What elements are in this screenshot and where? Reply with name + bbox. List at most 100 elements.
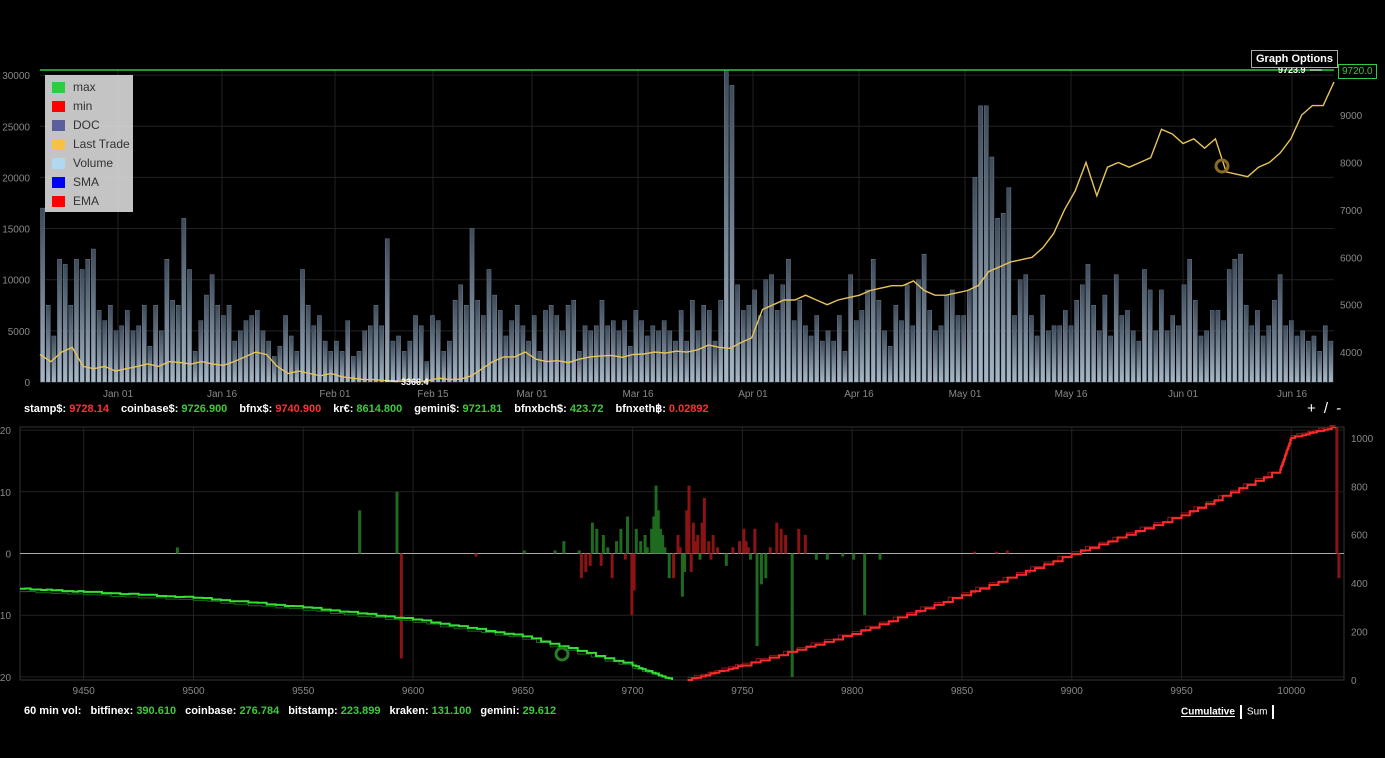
volume-bar	[955, 315, 961, 383]
volume-bar	[1017, 279, 1023, 383]
volume-bar	[384, 238, 390, 383]
volume-bar	[1306, 340, 1311, 383]
ticker-value: 9726.900	[181, 403, 228, 415]
legend-swatch	[52, 139, 65, 150]
volume-bar	[1119, 315, 1125, 383]
y-axis-right: 4000 5000 6000 7000 8000 9000	[1340, 111, 1363, 359]
zoom-toggle[interactable]: + / -	[1307, 400, 1343, 417]
order-change-bar	[825, 553, 829, 560]
volume-bar	[1080, 284, 1085, 383]
ticker-label: gemini$:	[414, 403, 460, 415]
volume-bar	[594, 325, 599, 383]
volume-bar	[786, 259, 791, 383]
volume-summary: 60 min vol: bitfinex: 390.610 coinbase: 276…	[24, 705, 565, 717]
volume-bar	[1328, 340, 1334, 383]
volume-bar	[735, 284, 740, 383]
volume-bar	[170, 299, 175, 383]
x-tick-label: 9850	[951, 686, 974, 697]
volume-bar	[328, 351, 334, 383]
volume-bar	[503, 335, 509, 383]
order-change-bar	[577, 550, 581, 554]
cumulative-mode-button[interactable]: Cumulative	[1181, 707, 1235, 718]
order-change-bar	[1005, 550, 1009, 554]
volume-bar	[300, 269, 305, 383]
current-price-tag: 9720.0	[1338, 64, 1377, 79]
volume-bar	[1102, 294, 1108, 383]
volume-bar	[921, 253, 927, 383]
volume-bar	[1243, 305, 1249, 383]
volume-bar	[192, 351, 198, 383]
volume-bar	[904, 284, 910, 383]
y-axis-left: 0 5000 10000 15000 20000 25000 30000	[2, 71, 30, 389]
volume-bar	[1147, 289, 1153, 383]
volume-bar	[724, 69, 729, 383]
x-tick-label: Apr 01	[738, 389, 768, 400]
legend-swatch	[52, 196, 65, 207]
volume-bar	[995, 218, 1000, 383]
sum-mode-button[interactable]: Sum	[1247, 707, 1268, 718]
volume-bar	[255, 310, 260, 383]
bids-secondary-line	[20, 591, 673, 681]
volume-bar	[362, 330, 367, 383]
volume-bar	[972, 177, 978, 383]
volume-bar	[1108, 335, 1113, 383]
order-change-bar	[601, 534, 605, 554]
volume-bar	[1023, 274, 1029, 383]
volume-bar	[108, 305, 113, 383]
order-change-bar	[753, 528, 757, 554]
ticker-label: bfnxeth฿:	[615, 403, 666, 415]
ticker-value: 9740.900	[275, 403, 322, 415]
volume-bar	[1322, 325, 1328, 383]
volume-bar	[1209, 310, 1215, 383]
x-tick-label: Feb 15	[417, 389, 449, 400]
x-tick-label: May 16	[1055, 389, 1088, 400]
order-change-bar	[797, 528, 801, 554]
volume-bar	[305, 305, 311, 383]
order-change-bar	[731, 547, 735, 554]
volume-bar	[797, 299, 803, 383]
volume-bar	[746, 305, 752, 383]
order-change-bar	[972, 551, 976, 554]
volume-bar	[469, 228, 475, 383]
volume-bar	[1204, 330, 1209, 383]
volume-bar	[650, 325, 656, 383]
y-tick-label: 6000	[1340, 253, 1363, 264]
volume-bar	[1272, 299, 1277, 383]
volume-label: bitfinex:	[90, 705, 134, 717]
volume-bar	[1057, 325, 1062, 383]
volume-bar	[1260, 335, 1266, 383]
order-book-chart: -20 -10 0 10 20 0 200 400 600 800 1000 9450 9500 95…	[0, 424, 1374, 697]
volume-bar	[113, 330, 119, 383]
volume-bar	[1215, 310, 1221, 383]
y-tick-label: 10000	[2, 276, 30, 287]
volume-bar	[1130, 330, 1136, 383]
legend-label: DOC	[73, 118, 100, 132]
volume-label: gemini:	[480, 705, 520, 717]
y-tick-label: 400	[1351, 579, 1368, 590]
volume-bar	[317, 315, 322, 383]
graph-options-button[interactable]: Graph Options	[1251, 50, 1338, 68]
volume-bar	[1096, 330, 1102, 383]
volume-bar	[983, 105, 989, 383]
ticker-label: kr€:	[333, 403, 354, 415]
x-axis: Jan 01 Jan 16 Feb 01 Feb 15 Mar 01 Mar 16 Apr …	[103, 389, 1307, 400]
order-change-bar	[768, 547, 772, 554]
volume-bar	[887, 345, 893, 383]
order-change-bar	[755, 553, 759, 647]
order-change-bar	[709, 553, 713, 560]
volume-label: coinbase:	[185, 705, 237, 717]
y-tick-label: -10	[0, 611, 11, 622]
y-tick-label: 4000	[1340, 348, 1363, 359]
y-tick-label: 20	[0, 426, 11, 437]
order-change-bar	[678, 547, 682, 554]
volume-bar	[464, 305, 469, 383]
volume-bar	[1046, 330, 1051, 383]
volume-bar	[1294, 335, 1300, 383]
volume-bar	[1255, 310, 1260, 383]
volume-bar	[667, 330, 673, 383]
y-tick-label: 10	[0, 488, 11, 499]
volume-bar	[543, 310, 548, 383]
volume-bar	[379, 325, 384, 383]
volume-bar	[435, 320, 441, 383]
volume-bar	[209, 274, 215, 383]
